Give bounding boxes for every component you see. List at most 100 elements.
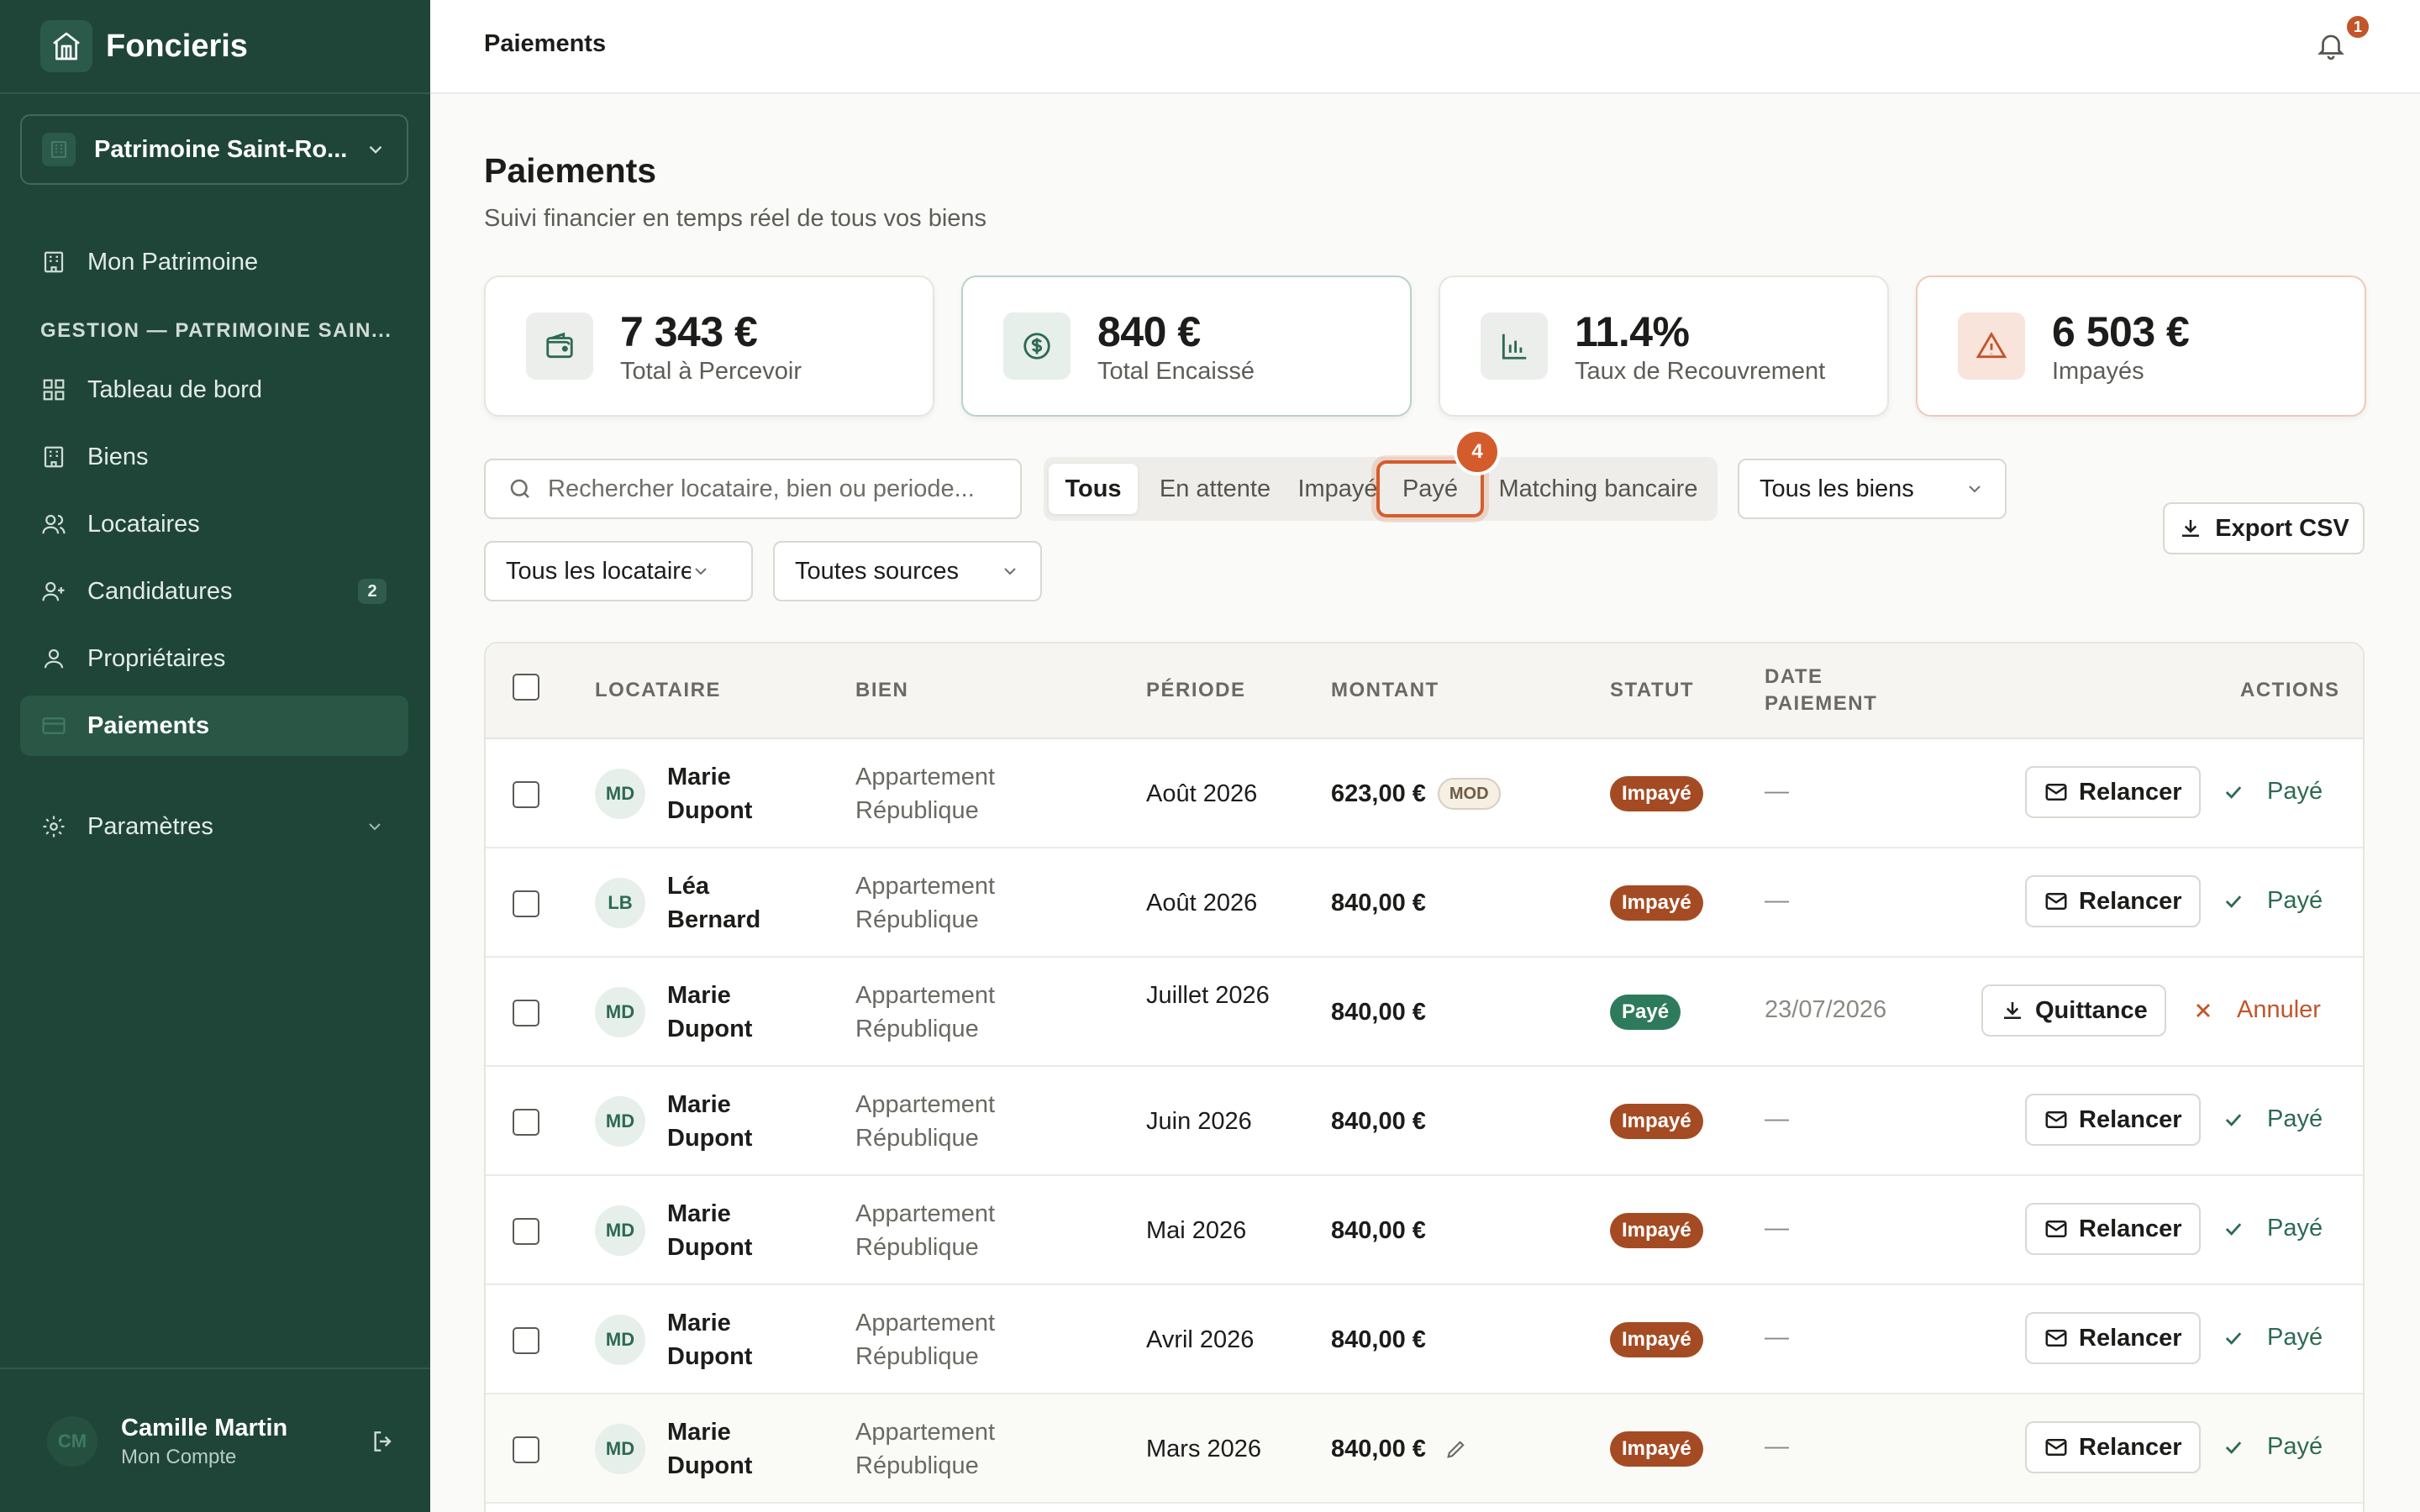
export-csv-button[interactable]: Export CSV: [2163, 502, 2365, 554]
quittance-button[interactable]: Quittance: [1981, 984, 2166, 1037]
table-row[interactable]: LB Léa Bernard Appartement République Août …: [486, 848, 2363, 958]
row-checkbox[interactable]: [513, 1218, 539, 1245]
nav-proprietaires[interactable]: Propriétaires: [20, 628, 408, 689]
nav-label: Locataires: [87, 510, 200, 538]
avatar: MD: [595, 1205, 645, 1256]
row-checkbox[interactable]: [513, 1109, 539, 1136]
mark-paid-link[interactable]: Payé: [2222, 1105, 2323, 1133]
tab-tous[interactable]: Tous: [1049, 464, 1138, 514]
button-label: Relancer: [2079, 1324, 2182, 1352]
card-icon: [40, 712, 67, 739]
relancer-button[interactable]: Relancer: [2025, 1421, 2201, 1473]
row-checkbox[interactable]: [513, 1327, 539, 1354]
nav-parametres[interactable]: Paramètres: [20, 796, 408, 857]
period: Avril 2026: [1146, 1326, 1255, 1353]
tenant-name[interactable]: Marie Dupont: [667, 1306, 793, 1373]
tab-matching-bancaire[interactable]: Matching bancaire: [1484, 464, 1712, 514]
mark-paid-link[interactable]: Payé: [2222, 1433, 2323, 1461]
notification-badge: 1: [2344, 13, 2371, 40]
gear-icon: [40, 813, 67, 840]
relancer-button[interactable]: Relancer: [2025, 766, 2201, 818]
annuler-link[interactable]: Annuler: [2191, 996, 2321, 1024]
mail-icon: [2044, 780, 2069, 805]
status-segmented-control: Tous En attente Impayé Payé Matching ban…: [1044, 457, 1718, 521]
table-row[interactable]: MD Marie Dupont Appartement République Juin…: [486, 1067, 2363, 1176]
row-checkbox[interactable]: [513, 1000, 539, 1026]
amount: 840,00 €: [1331, 1435, 1426, 1462]
building-icon: [40, 444, 67, 470]
checkbox[interactable]: [513, 674, 539, 701]
dollar-icon: [1003, 312, 1071, 380]
org-name: Patrimoine Saint-Ro...: [94, 135, 348, 163]
biens-select[interactable]: Tous les biens: [1738, 459, 2007, 519]
tab-en-attente[interactable]: En attente: [1141, 464, 1289, 514]
chevron-down-icon: [1965, 479, 1985, 499]
logout-icon[interactable]: [366, 1425, 400, 1458]
nav-label: Paiements: [87, 711, 210, 739]
count-badge: 4: [1454, 428, 1501, 475]
sources-select[interactable]: Toutes sources: [773, 541, 1042, 601]
payments-table: LOCATAIRE BIEN PÉRIODE MONTANT STATUT DA…: [484, 642, 2365, 1512]
users-icon: [40, 511, 67, 538]
user-icon: [40, 645, 67, 672]
nav-paiements[interactable]: Paiements: [20, 696, 408, 756]
button-label: Relancer: [2079, 778, 2182, 806]
avatar: CM: [47, 1416, 97, 1467]
mail-icon: [2044, 1107, 2069, 1132]
row-checkbox[interactable]: [513, 890, 539, 917]
dashboard-icon: [40, 376, 67, 403]
relancer-button[interactable]: Relancer: [2025, 1203, 2201, 1255]
row-checkbox[interactable]: [513, 781, 539, 808]
page-title: Paiements: [484, 151, 657, 190]
relancer-button[interactable]: Relancer: [2025, 875, 2201, 927]
tenant-name[interactable]: Marie Dupont: [667, 979, 793, 1046]
column-header-statut[interactable]: STATUT: [1610, 677, 1694, 704]
mark-paid-link[interactable]: Payé: [2222, 1215, 2323, 1242]
search-placeholder: Rechercher locataire, bien ou periode...: [548, 475, 975, 502]
mark-paid-link[interactable]: Payé: [2222, 778, 2323, 806]
tenant-name[interactable]: Marie Dupont: [667, 760, 793, 827]
tenant-name[interactable]: Marie Dupont: [667, 1197, 793, 1264]
account[interactable]: CM Camille Martin Mon Compte: [47, 1408, 400, 1475]
table-row[interactable]: MD Marie Dupont Appartement République Avri…: [486, 1285, 2363, 1394]
relancer-button[interactable]: Relancer: [2025, 1312, 2201, 1364]
property-name: Appartement République: [855, 1419, 996, 1479]
tenant-name[interactable]: Marie Dupont: [667, 1415, 793, 1483]
tab-impaye[interactable]: Impayé: [1287, 464, 1388, 514]
column-header-bien[interactable]: BIEN: [855, 677, 908, 704]
mail-icon: [2044, 1435, 2069, 1460]
pencil-icon[interactable]: [1444, 1437, 1468, 1461]
mark-paid-link[interactable]: Payé: [2222, 1324, 2323, 1352]
relancer-button[interactable]: Relancer: [2025, 1094, 2201, 1146]
org-selector[interactable]: Patrimoine Saint-Ro...: [20, 114, 408, 185]
row-checkbox[interactable]: [513, 1436, 539, 1463]
locataires-select[interactable]: Tous les locataires: [484, 541, 753, 601]
nav-tableau-de-bord[interactable]: Tableau de bord: [20, 360, 408, 420]
column-header-periode[interactable]: PÉRIODE: [1146, 677, 1246, 704]
topbar: Paiements 1: [430, 0, 2420, 94]
search-input[interactable]: Rechercher locataire, bien ou periode...: [484, 459, 1022, 519]
link-label: Payé: [2267, 1433, 2323, 1460]
nav-biens[interactable]: Biens: [20, 427, 408, 487]
nav-mon-patrimoine[interactable]: Mon Patrimoine: [20, 232, 408, 292]
tenant-name[interactable]: Léa Bernard: [667, 869, 793, 937]
table-row[interactable]: MD Marie Dupont Appartement République Juil…: [486, 958, 2363, 1067]
stat-label: Impayés: [2052, 357, 2144, 385]
bell-icon[interactable]: [2312, 27, 2349, 64]
column-header-locataire[interactable]: LOCATAIRE: [595, 677, 721, 704]
nav-label: Biens: [87, 443, 149, 470]
brand[interactable]: Foncieris: [40, 20, 248, 72]
table-row[interactable]: MD Marie Dupont Appartement République Mai …: [486, 1176, 2363, 1285]
topbar-title: Paiements: [484, 30, 607, 57]
app-name: Foncieris: [106, 28, 248, 64]
mark-paid-link[interactable]: Payé: [2222, 887, 2323, 915]
tenant-name[interactable]: Marie Dupont: [667, 1088, 793, 1155]
column-header-date[interactable]: DATE: [1765, 664, 1823, 690]
column-header-montant[interactable]: MONTANT: [1331, 677, 1439, 704]
select-all-checkbox[interactable]: [513, 674, 539, 701]
table-row[interactable]: MD Marie Dupont Appartement République Août…: [486, 739, 2363, 848]
nav-locataires[interactable]: Locataires: [20, 494, 408, 554]
table-row[interactable]: MD Marie Dupont Appartement République Mars…: [486, 1394, 2363, 1504]
nav-candidatures[interactable]: Candidatures 2: [20, 561, 408, 622]
divider: [0, 92, 430, 94]
